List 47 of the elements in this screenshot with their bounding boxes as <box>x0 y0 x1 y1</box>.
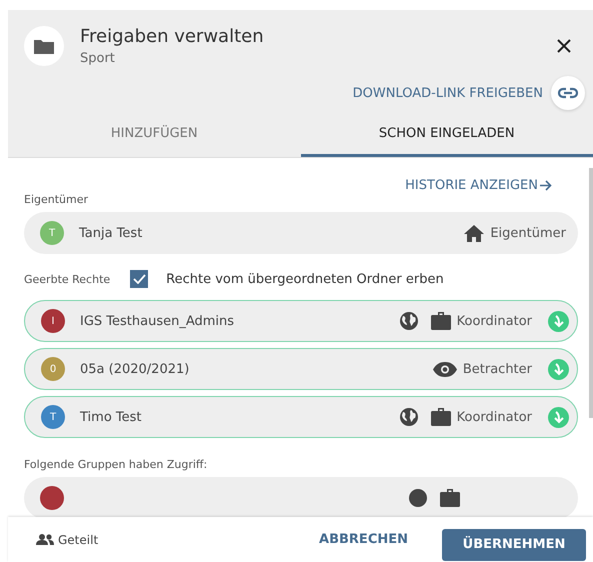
avatar: T <box>40 221 64 245</box>
arrow-icon <box>540 180 552 191</box>
history-link[interactable]: HISTORIE ANZEIGEN <box>405 178 538 193</box>
cancel-button[interactable]: ABBRECHEN <box>311 526 416 553</box>
folder-icon <box>24 26 64 66</box>
globe-icon <box>408 488 428 508</box>
group-row[interactable] <box>24 477 578 517</box>
folder-name: Sport <box>80 51 116 66</box>
role-label: Koordinator <box>456 314 532 328</box>
briefcase-icon <box>440 489 460 507</box>
role-label: Koordinator <box>456 410 532 424</box>
arrow-down-icon <box>548 406 569 428</box>
apply-button[interactable]: ÜBERNEHMEN <box>442 528 586 560</box>
link-icon[interactable] <box>551 76 585 110</box>
owner-name: Tanja Test <box>79 226 144 240</box>
eye-icon <box>432 362 457 376</box>
section-label: Geerbte Rechte <box>24 272 110 286</box>
dialog-title: Freigaben verwalten <box>80 26 265 47</box>
tab[interactable]: HINZUFÜGEN <box>8 112 300 157</box>
role-label: Eigentümer <box>490 226 566 240</box>
tab[interactable]: SCHON EINGELADEN <box>300 112 593 157</box>
people-icon <box>36 534 54 545</box>
section-label: Eigentümer <box>24 193 90 206</box>
globe-icon <box>398 407 419 427</box>
close-icon[interactable] <box>557 39 571 53</box>
avatar: 0 <box>41 357 65 381</box>
member-name: IGS Testhausen_Admins <box>80 314 236 328</box>
download-link[interactable]: DOWNLOAD-LINK FREIGEBEN <box>352 86 543 100</box>
arrow-down-icon <box>548 310 569 332</box>
briefcase-icon <box>430 312 451 330</box>
member-name: 05a (2020/2021) <box>80 362 190 376</box>
shared-status: Geteilt <box>58 532 98 546</box>
avatar: I <box>41 309 65 333</box>
member-row[interactable]: I IGS Testhausen_Admins Koordinator <box>24 300 578 342</box>
checkbox[interactable] <box>130 270 148 288</box>
member-name: Timo Test <box>80 410 143 424</box>
home-icon <box>464 224 484 242</box>
scrollbar[interactable] <box>589 168 593 418</box>
member-row[interactable]: T Timo Test Koordinator <box>24 396 578 438</box>
section-label: Folgende Gruppen haben Zugriff: <box>24 458 208 471</box>
globe-icon <box>398 311 419 331</box>
member-row[interactable]: 0 05a (2020/2021) Betrachter <box>24 348 578 390</box>
avatar: T <box>41 405 65 429</box>
arrow-down-icon <box>548 358 569 380</box>
checkbox-label: Rechte vom übergeordneten Ordner erben <box>166 272 444 286</box>
briefcase-icon <box>430 408 451 426</box>
role-label: Betrachter <box>462 362 532 376</box>
